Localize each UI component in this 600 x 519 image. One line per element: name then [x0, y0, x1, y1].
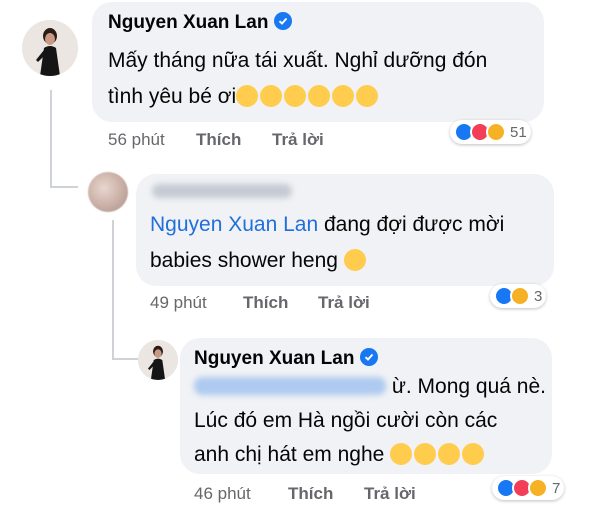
comment-timestamp[interactable]: 49 phút [150, 293, 207, 313]
comment-text-line: babies shower heng [150, 244, 368, 278]
comment-author[interactable]: Nguyen Xuan Lan [108, 12, 293, 34]
thread-line-reply [112, 220, 114, 360]
reaction-summary[interactable]: 3 [490, 284, 547, 308]
grinning-face-icon [462, 443, 485, 465]
comment-text-line: anh chị hát em nghe [194, 438, 486, 472]
smiling-face-with-hearts-icon [414, 443, 437, 465]
comment-text-line: ừ. Mong quá nè. [194, 370, 546, 404]
winking-face-with-tongue-icon [343, 249, 366, 271]
smiling-face-with-hearts-icon [236, 85, 259, 107]
reaction-summary[interactable]: 7 [492, 476, 565, 500]
comment-text-line: Lúc đó em Hà ngồi cười còn các [194, 409, 498, 432]
reaction-count: 3 [534, 287, 543, 305]
smiling-face-with-hearts-icon [260, 85, 283, 107]
care-reaction-icon [510, 286, 530, 306]
smiling-face-with-hearts-icon [356, 85, 379, 107]
thread-line-branch [50, 186, 78, 188]
smiling-face-with-hearts-icon [308, 85, 331, 107]
grinning-face-icon [438, 443, 461, 465]
comment-text-line: Nguyen Xuan Lan đang đợi được mời [150, 213, 505, 236]
verified-badge-icon [274, 12, 293, 30]
like-action[interactable]: Thích [196, 130, 241, 150]
comment-timestamp[interactable]: 46 phút [194, 484, 251, 504]
mention-blurred[interactable] [194, 377, 386, 395]
smiling-face-with-hearts-icon [332, 85, 355, 107]
reply-action[interactable]: Trả lời [272, 130, 324, 150]
avatar[interactable] [88, 172, 128, 212]
smiling-face-with-hearts-icon [284, 85, 307, 107]
avatar[interactable] [138, 340, 178, 380]
smiling-face-with-hearts-icon [390, 443, 413, 465]
comment-author-blurred[interactable] [152, 184, 292, 198]
comment-text-line: Mấy tháng nữa tái xuất. Nghỉ dưỡng đón [108, 49, 488, 72]
care-reaction-icon [486, 122, 506, 142]
reaction-summary[interactable]: 51 [450, 120, 531, 144]
comment-text-line: tình yêu bé ơi [108, 80, 380, 114]
thread-line-reply-branch [112, 358, 138, 360]
reaction-count: 51 [510, 123, 527, 141]
like-action[interactable]: Thích [288, 484, 333, 504]
avatar[interactable] [22, 20, 78, 76]
reaction-count: 7 [552, 479, 561, 497]
comment-timestamp[interactable]: 56 phút [108, 130, 165, 150]
mention-link[interactable]: Nguyen Xuan Lan [150, 213, 318, 236]
care-reaction-icon [528, 478, 548, 498]
reply-action[interactable]: Trả lời [318, 293, 370, 313]
like-action[interactable]: Thích [243, 293, 288, 313]
verified-badge-icon [360, 348, 379, 366]
thread-line-main [50, 90, 52, 188]
comment-author[interactable]: Nguyen Xuan Lan [194, 348, 379, 370]
reply-action[interactable]: Trả lời [364, 484, 416, 504]
